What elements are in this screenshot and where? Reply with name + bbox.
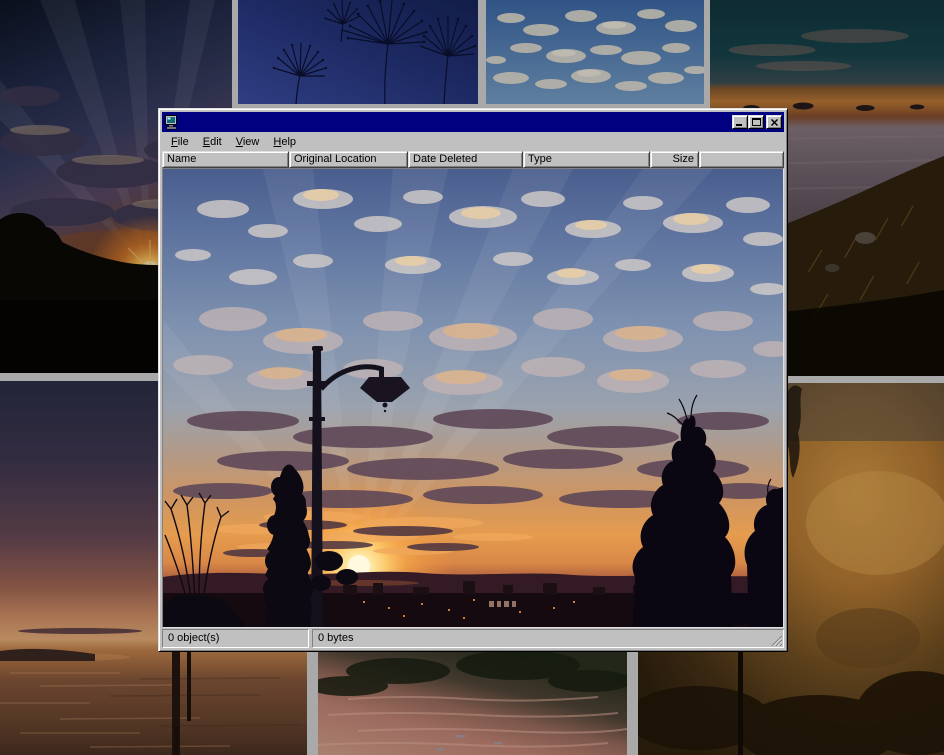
menu-bar: File Edit View Help xyxy=(162,133,784,151)
window-titlebar[interactable] xyxy=(162,112,784,132)
close-button[interactable] xyxy=(766,115,782,129)
column-header-name[interactable]: Name xyxy=(162,151,289,168)
status-panel-bytes: 0 bytes xyxy=(312,629,784,648)
menu-file[interactable]: File xyxy=(164,134,196,150)
column-header-date-deleted[interactable]: Date Deleted xyxy=(408,151,523,168)
column-header-size[interactable]: Size xyxy=(650,151,699,168)
recycle-bin-window: File Edit View Help Name Original Locati… xyxy=(158,108,788,652)
resize-grip-icon[interactable] xyxy=(770,634,782,646)
status-bar: 0 object(s) 0 bytes xyxy=(162,629,784,648)
menu-edit[interactable]: Edit xyxy=(196,134,229,150)
column-headers: Name Original Location Date Deleted Type… xyxy=(162,151,784,168)
column-header-blank[interactable] xyxy=(699,151,784,168)
status-size: 0 bytes xyxy=(318,632,353,644)
status-panel-objects: 0 object(s) xyxy=(162,629,309,648)
minimize-button[interactable] xyxy=(732,115,748,129)
computer-icon[interactable] xyxy=(164,114,180,130)
maximize-button[interactable] xyxy=(748,115,764,129)
column-header-original-location[interactable]: Original Location xyxy=(289,151,408,168)
file-list-area[interactable] xyxy=(162,168,784,628)
sunset-streetlamp-photo xyxy=(163,169,783,627)
menu-help[interactable]: Help xyxy=(266,134,303,150)
menu-view[interactable]: View xyxy=(229,134,267,150)
column-header-type[interactable]: Type xyxy=(523,151,650,168)
desktop: File Edit View Help Name Original Locati… xyxy=(0,0,944,755)
status-object-count: 0 object(s) xyxy=(168,632,219,644)
window-controls xyxy=(732,115,782,129)
